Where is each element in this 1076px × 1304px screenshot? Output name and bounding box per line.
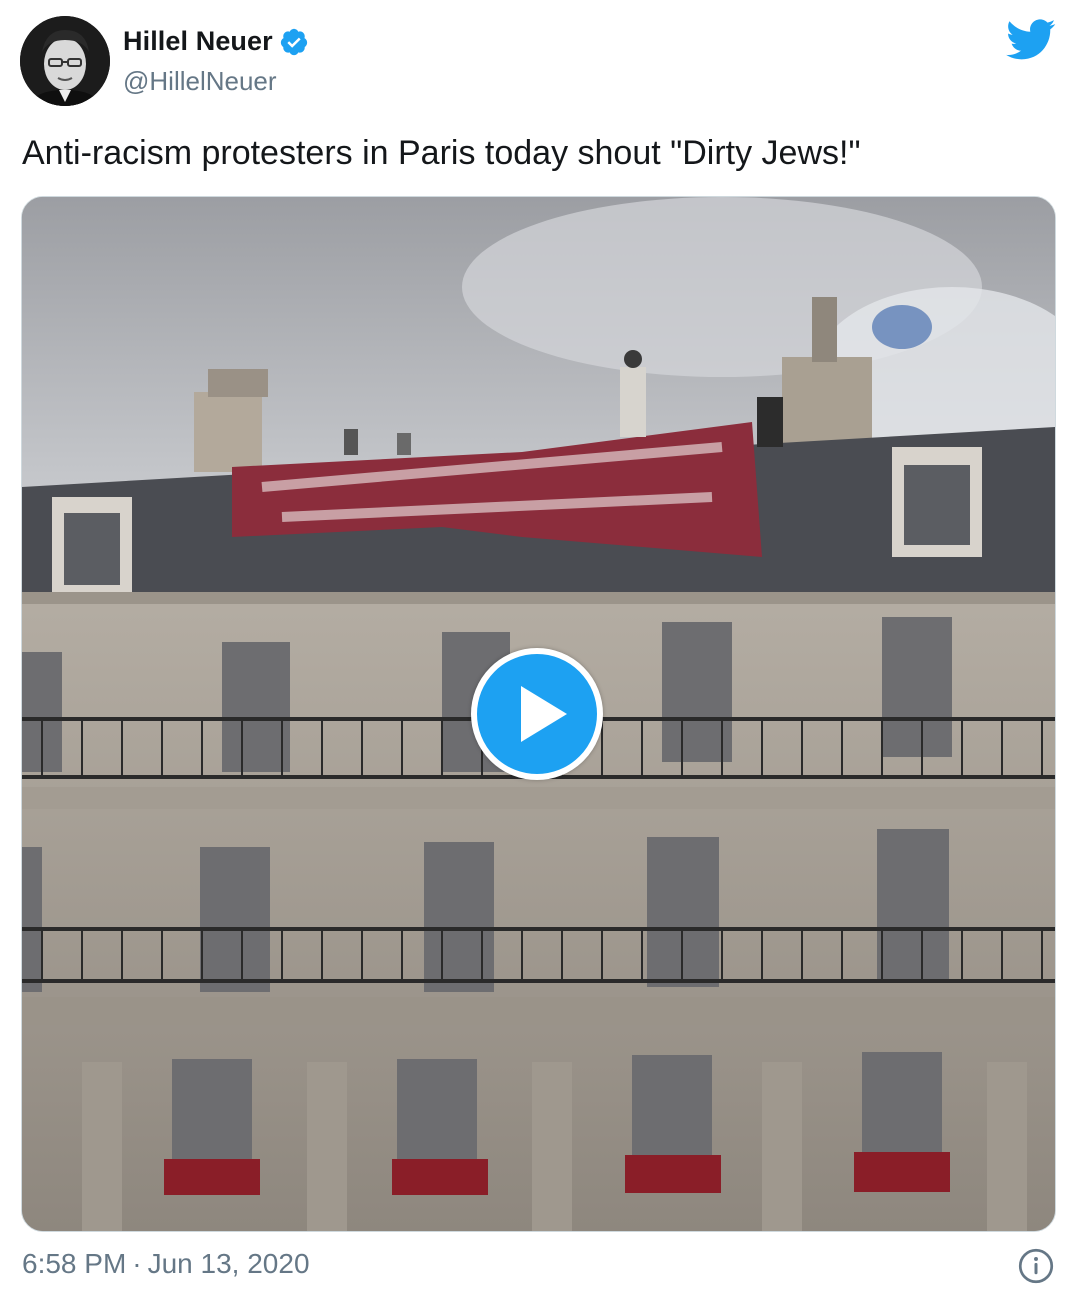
author-name-row[interactable]: Hillel Neuer [123,26,309,57]
twitter-bird-icon[interactable] [1006,19,1056,61]
tweet-timestamp[interactable]: 6:58 PM · Jun 13, 2020 [22,1248,310,1280]
author-handle[interactable]: @HillelNeuer [123,66,277,97]
tweet-time[interactable]: 6:58 PM [22,1248,126,1279]
tweet-card: Hillel Neuer @HillelNeuer Anti-racism pr… [0,0,1076,1304]
verified-badge-icon [280,28,307,55]
video-player[interactable] [21,196,1056,1232]
tweet-text: Anti-racism protesters in Paris today sh… [22,134,861,172]
timestamp-separator: · [132,1248,142,1279]
play-icon [521,686,567,742]
avatar-photo [20,16,110,106]
avatar[interactable] [20,16,110,106]
info-icon[interactable] [1018,1248,1054,1284]
tweet-date[interactable]: Jun 13, 2020 [148,1248,310,1279]
play-button[interactable] [471,648,603,780]
author-display-name[interactable]: Hillel Neuer [123,26,273,57]
